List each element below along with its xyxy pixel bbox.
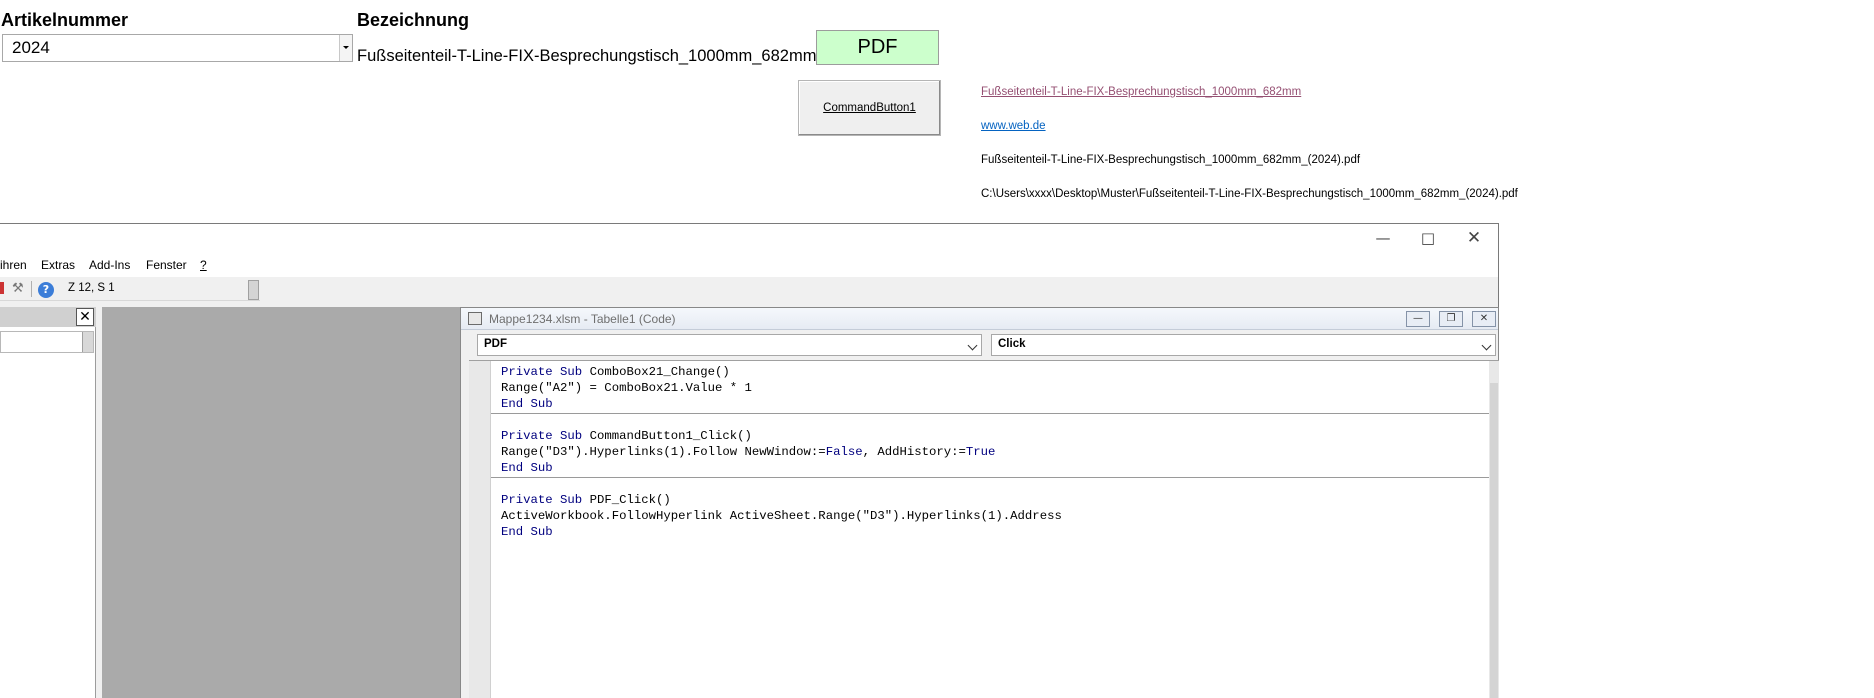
- hyperlink-cell-name[interactable]: Fußseitenteil-T-Line-FIX-Besprechungstis…: [981, 86, 1301, 98]
- procedure-combobox[interactable]: Click: [991, 334, 1496, 356]
- code-line: Private Sub PDF_Click(): [501, 492, 671, 508]
- combobox-value: 2024: [12, 38, 50, 57]
- hyperlink-cell-web[interactable]: www.web.de: [981, 120, 1046, 132]
- mdi-minimize-icon[interactable]: —: [1406, 311, 1430, 327]
- path-cell: C:\Users\xxxx\Desktop\Muster\Fußseitente…: [981, 188, 1518, 200]
- code-window-title: Mappe1234.xlsm - Tabelle1 (Code): [489, 312, 676, 326]
- code-line: End Sub: [501, 525, 553, 539]
- object-combobox-value: PDF: [484, 338, 507, 350]
- chevron-down-icon[interactable]: [1481, 340, 1492, 351]
- chevron-down-icon[interactable]: [82, 332, 93, 352]
- minimize-icon[interactable]: —: [1368, 228, 1398, 248]
- code-editor[interactable]: Private Sub ComboBox21_Change() Range("A…: [469, 360, 1499, 698]
- code-text: ComboBox21_Change(): [582, 365, 730, 379]
- vbe-menubar: ihren Extras Add-Ins Fenster ?: [0, 253, 1498, 277]
- procedure-separator: [491, 477, 1489, 478]
- code-margin[interactable]: [469, 361, 491, 698]
- toolbar-separator: [31, 281, 32, 297]
- procedure-combobox-value: Click: [998, 338, 1026, 350]
- menu-fenster[interactable]: Fenster: [146, 258, 187, 272]
- project-pane-titlebar: ✕: [0, 307, 96, 327]
- code-line: End Sub: [501, 397, 553, 411]
- header-bezeichnung: Bezeichnung: [357, 10, 470, 30]
- code-text: , AddHistory:=: [862, 445, 966, 459]
- toolbar-overflow-button[interactable]: [248, 280, 259, 300]
- vbe-toolbar: ⚒ ? Z 12, S 1: [0, 277, 260, 301]
- code-window-titlebar: Mappe1234.xlsm - Tabelle1 (Code) — ❐ ✕: [461, 308, 1498, 330]
- description-cell: Fußseitenteil-T-Line-FIX-Besprechungstis…: [357, 47, 817, 65]
- mdi-background: [102, 307, 460, 698]
- close-icon[interactable]: ✕: [1459, 228, 1489, 248]
- filename-cell: Fußseitenteil-T-Line-FIX-Besprechungstis…: [981, 154, 1361, 166]
- toolbar-icon-fragment[interactable]: [0, 282, 4, 294]
- code-keyword: True: [965, 445, 996, 459]
- object-combobox[interactable]: PDF: [477, 334, 982, 356]
- code-line: ActiveWorkbook.FollowHyperlink ActiveShe…: [501, 509, 1062, 523]
- close-pane-icon[interactable]: ✕: [76, 308, 94, 326]
- header-artikelnummer: Artikelnummer: [1, 10, 129, 30]
- menu-ausfuehren[interactable]: ihren: [0, 258, 27, 272]
- vbe-titlebar: — □ ✕: [0, 224, 1498, 253]
- tools-icon[interactable]: ⚒: [12, 281, 24, 296]
- code-line: Range("D3").Hyperlinks(1).Follow NewWind…: [501, 444, 995, 460]
- command-button-1[interactable]: CommandButton1: [798, 80, 941, 136]
- code-line: Range("A2") = ComboBox21.Value * 1: [501, 381, 752, 395]
- project-pane-combo[interactable]: [0, 331, 94, 353]
- code-window: Mappe1234.xlsm - Tabelle1 (Code) — ❐ ✕ P…: [460, 307, 1499, 698]
- scrollbar-thumb[interactable]: [1490, 383, 1498, 698]
- menu-extras[interactable]: Extras: [41, 258, 75, 272]
- procedure-separator: [491, 413, 1489, 414]
- menu-addins[interactable]: Add-Ins: [89, 258, 130, 272]
- vba-editor-window: — □ ✕ ihren Extras Add-Ins Fenster ? ⚒ ?…: [0, 223, 1499, 698]
- chevron-down-icon[interactable]: [967, 340, 978, 351]
- project-explorer-pane: ✕: [0, 307, 96, 698]
- code-text: CommandButton1_Click(): [582, 429, 752, 443]
- code-keyword: False: [825, 445, 863, 459]
- pdf-button[interactable]: PDF: [816, 30, 939, 65]
- cursor-position: Z 12, S 1: [64, 280, 252, 298]
- code-keyword: Private Sub: [501, 493, 583, 507]
- code-keyword: Private Sub: [501, 365, 583, 379]
- combobox-dropdown-button[interactable]: [339, 35, 352, 61]
- mdi-close-icon[interactable]: ✕: [1472, 311, 1496, 327]
- code-text: PDF_Click(): [582, 493, 671, 507]
- code-window-icon: [468, 312, 482, 325]
- code-line: Private Sub ComboBox21_Change(): [501, 364, 730, 380]
- mdi-restore-icon[interactable]: ❐: [1439, 311, 1463, 327]
- code-keyword: Private Sub: [501, 429, 583, 443]
- code-text: Range("D3").Hyperlinks(1).Follow NewWind…: [501, 445, 826, 459]
- artikelnummer-combobox[interactable]: 2024: [2, 34, 353, 62]
- code-line: Private Sub CommandButton1_Click(): [501, 428, 752, 444]
- code-line: End Sub: [501, 461, 553, 475]
- vertical-scrollbar[interactable]: [1489, 361, 1499, 698]
- menu-help[interactable]: ?: [200, 258, 207, 272]
- maximize-icon[interactable]: □: [1413, 228, 1443, 248]
- help-icon[interactable]: ?: [38, 282, 54, 298]
